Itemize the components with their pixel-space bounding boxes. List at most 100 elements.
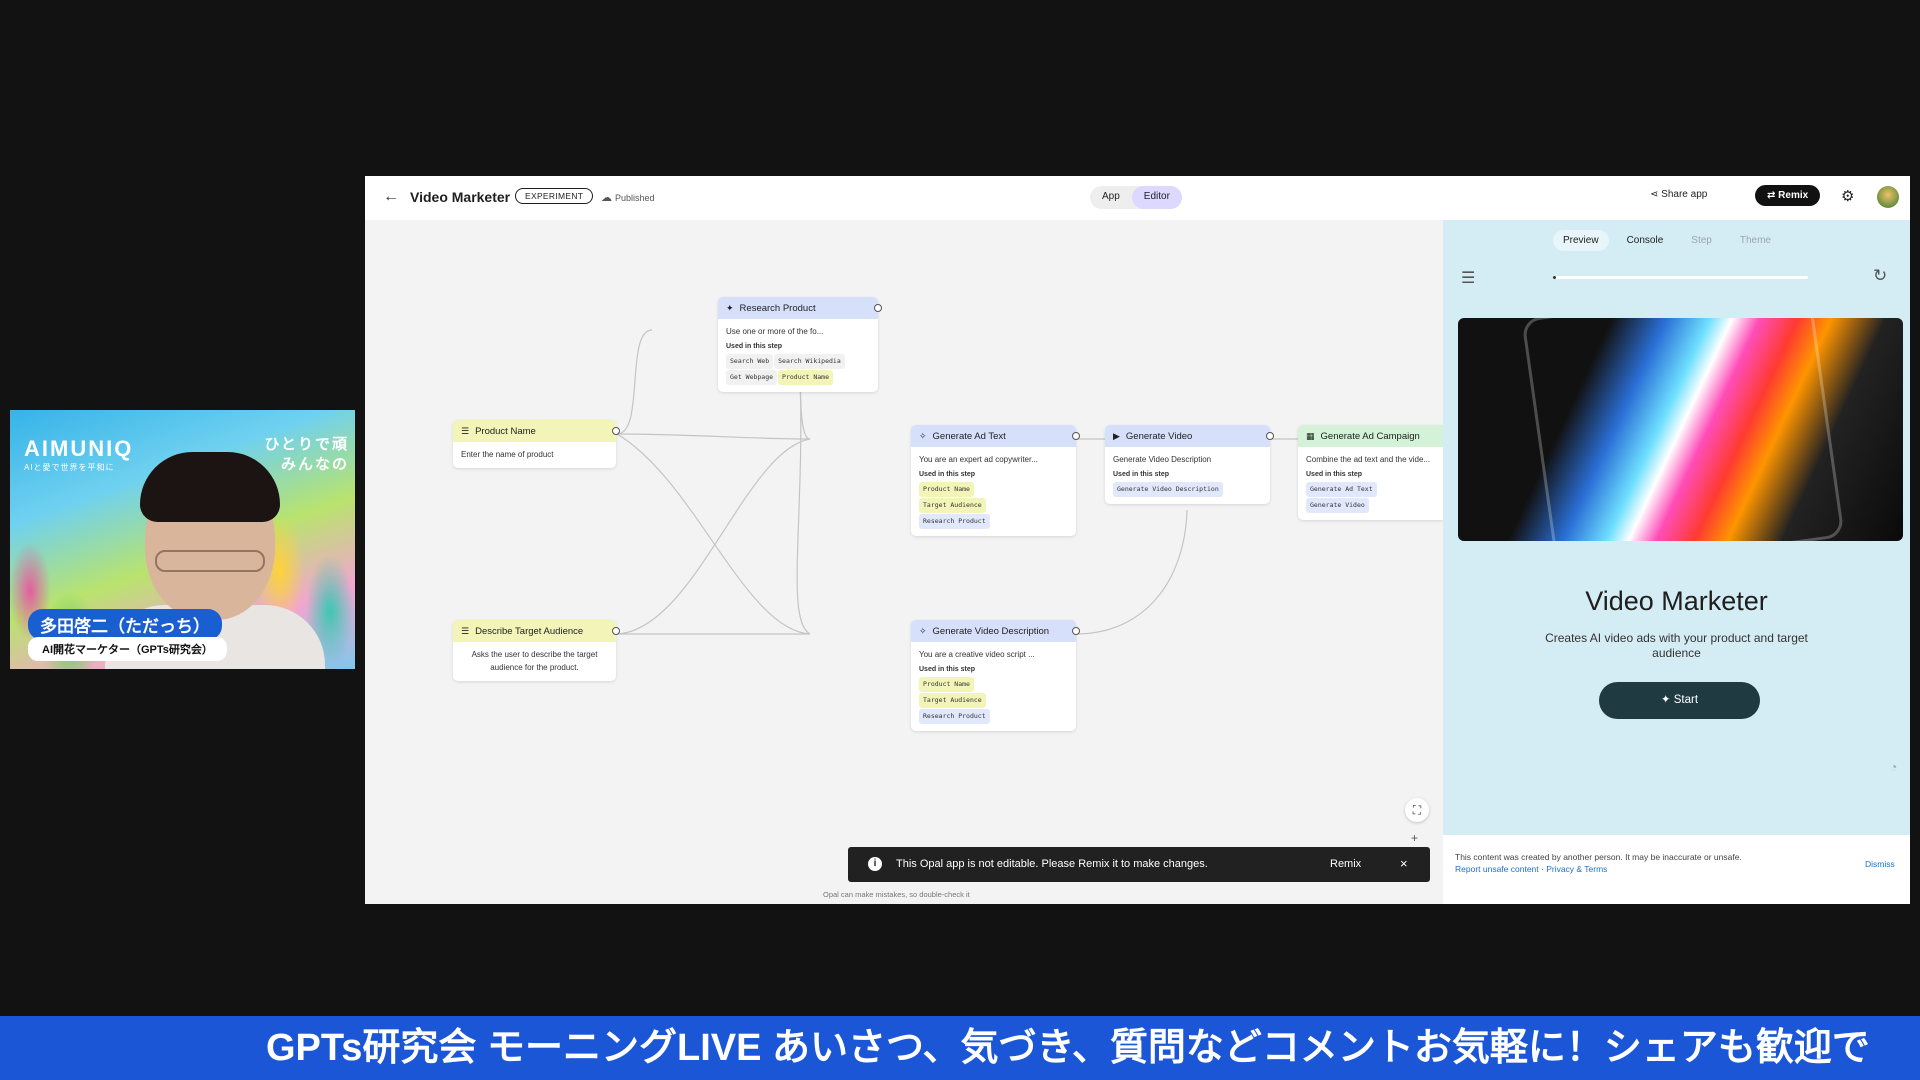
screen: AIMUNIQ AIと愛で世界を平和に ひとりで頑 みんなの 多田啓二（ただっち… bbox=[0, 0, 1920, 1080]
node-header: ✧ Generate Video Description bbox=[911, 620, 1076, 642]
node-used-label: Used in this step bbox=[726, 343, 783, 350]
output-port[interactable] bbox=[612, 627, 620, 635]
plus-icon[interactable]: + bbox=[1411, 831, 1418, 845]
video-icon: ▶ bbox=[1113, 430, 1120, 441]
share-icon: ⋖ bbox=[1650, 189, 1662, 200]
tab-preview[interactable]: Preview bbox=[1553, 230, 1609, 251]
fit-view-icon[interactable]: ⛶ bbox=[1405, 798, 1429, 822]
presenter-glasses bbox=[155, 550, 265, 572]
share-app-button[interactable]: ⋖ Share app bbox=[1650, 189, 1707, 200]
toast-remix-button[interactable]: Remix bbox=[1330, 858, 1361, 870]
output-port[interactable] bbox=[1072, 627, 1080, 635]
chip-generate-video-description: Generate Video Description bbox=[1113, 482, 1223, 497]
sparkle-icon: ✦ bbox=[1660, 694, 1674, 706]
chip-get-webpage: Get Webpage bbox=[726, 370, 778, 385]
mode-editor-button[interactable]: Editor bbox=[1131, 186, 1182, 209]
cursor-icon[interactable]: ◔ bbox=[1890, 760, 1897, 774]
top-bar: ← Video Marketer EXPERIMENT ☁ Published A… bbox=[365, 176, 1910, 220]
node-used-label: Used in this step bbox=[919, 471, 976, 478]
sparkle-icon: ✧ bbox=[919, 625, 927, 636]
node-research-product[interactable]: ✦ Research Product Use one or more of the… bbox=[718, 297, 882, 392]
remix-label: Remix bbox=[1778, 190, 1809, 201]
app-title: Video Marketer bbox=[410, 189, 511, 205]
node-desc: You are a creative video script ... bbox=[919, 650, 1035, 659]
sparkle-icon: ✦ bbox=[726, 302, 734, 313]
chip-search-web: Search Web bbox=[726, 354, 774, 369]
node-generate-video[interactable]: ▶ Generate Video Generate Video Descripti… bbox=[1105, 425, 1274, 504]
node-body: Combine the ad text and the vide... Used… bbox=[1298, 447, 1443, 520]
edge-product-videodesc bbox=[616, 433, 811, 635]
footer-warning: This content was created by another pers… bbox=[1455, 852, 1742, 862]
node-body: You are a creative video script ... Used… bbox=[911, 642, 1076, 731]
start-label: Start bbox=[1673, 694, 1699, 706]
chip-product-name: Product Name bbox=[919, 482, 974, 497]
node-body: You are an expert ad copywriter... Used … bbox=[911, 447, 1076, 536]
output-port[interactable] bbox=[612, 427, 620, 435]
node-header: ✧ Generate Ad Text bbox=[911, 425, 1076, 447]
webcam-feed: AIMUNIQ AIと愛で世界を平和に ひとりで頑 みんなの 多田啓二（ただっち… bbox=[10, 410, 355, 669]
node-body: Generate Video Description Used in this … bbox=[1105, 447, 1270, 504]
mode-app-button[interactable]: App bbox=[1090, 186, 1132, 209]
chip-target-audience: Target Audience bbox=[919, 693, 986, 708]
reload-icon[interactable]: ↻ bbox=[1873, 266, 1887, 286]
webcam-tagline-line2: みんなの bbox=[280, 456, 349, 473]
output-port[interactable] bbox=[1266, 432, 1274, 440]
list-icon: ☰ bbox=[461, 625, 470, 636]
output-port[interactable] bbox=[1072, 432, 1080, 440]
node-product-name[interactable]: ☰ Product Name Enter the name of product bbox=[453, 420, 620, 468]
webcam-tagline: ひとりで頑 みんなの bbox=[264, 435, 349, 475]
share-app-label: Share app bbox=[1661, 189, 1708, 200]
remix-button[interactable]: ⇄ Remix bbox=[1755, 185, 1821, 206]
node-desc: You are an expert ad copywriter... bbox=[919, 455, 1038, 464]
webcam-brand: AIMUNIQ bbox=[24, 436, 134, 461]
hero-glass-shape bbox=[1521, 318, 1845, 541]
node-generate-ad-campaign[interactable]: ▦ Generate Ad Campaign Combine the ad tex… bbox=[1298, 425, 1443, 520]
run-progress-bar bbox=[1553, 276, 1808, 279]
not-editable-toast: i This Opal app is not editable. Please … bbox=[848, 847, 1430, 882]
opal-app-window: ← Video Marketer EXPERIMENT ☁ Published A… bbox=[365, 176, 1910, 904]
tab-theme[interactable]: Theme bbox=[1730, 230, 1781, 251]
editor-canvas[interactable]: ✦ Research Product Use one or more of the… bbox=[365, 220, 1443, 904]
back-arrow-icon[interactable]: ← bbox=[383, 188, 399, 206]
start-button[interactable]: ✦ Start bbox=[1599, 682, 1760, 719]
node-title: Describe Target Audience bbox=[475, 625, 584, 637]
node-header: ☰ Describe Target Audience bbox=[453, 620, 616, 642]
info-icon: i bbox=[868, 857, 882, 871]
close-icon[interactable]: × bbox=[1400, 856, 1408, 871]
node-header: ✦ Research Product bbox=[718, 297, 878, 319]
node-generate-video-description[interactable]: ✧ Generate Video Description You are a cr… bbox=[911, 620, 1080, 731]
node-desc: Combine the ad text and the vide... bbox=[1306, 455, 1431, 464]
chip-research-product: Research Product bbox=[919, 709, 990, 724]
node-body: Enter the name of product bbox=[453, 442, 616, 468]
node-desc-line2: audience for the product. bbox=[490, 663, 579, 672]
node-title: Research Product bbox=[739, 302, 816, 314]
gear-icon[interactable]: ⚙ bbox=[1841, 187, 1854, 205]
toast-message: This Opal app is not editable. Please Re… bbox=[896, 858, 1208, 870]
node-generate-ad-text[interactable]: ✧ Generate Ad Text You are an expert ad c… bbox=[911, 425, 1080, 536]
chip-research-product: Research Product bbox=[919, 514, 990, 529]
hamburger-icon[interactable]: ☰ bbox=[1461, 268, 1475, 288]
mode-toggle: App Editor bbox=[1090, 186, 1182, 209]
chip-product-name: Product Name bbox=[778, 370, 834, 385]
output-port[interactable] bbox=[874, 304, 882, 312]
node-used-label: Used in this step bbox=[1113, 471, 1170, 478]
node-title: Generate Video Description bbox=[932, 625, 1050, 637]
tab-step[interactable]: Step bbox=[1681, 230, 1722, 251]
disclaimer-text: Opal can make mistakes, so double-check … bbox=[823, 890, 970, 899]
edge-audience-adtext bbox=[616, 438, 811, 635]
node-describe-target-audience[interactable]: ☰ Describe Target Audience Asks the user … bbox=[453, 620, 620, 681]
preview-description: Creates AI video ads with your product a… bbox=[1545, 631, 1808, 660]
footer-links[interactable]: Report unsafe content · Privacy & Terms bbox=[1455, 864, 1607, 874]
preview-panel: Preview Console Step Theme ☰ ↻ Video Mar… bbox=[1443, 220, 1910, 904]
edge-product-adtext bbox=[616, 433, 811, 440]
node-desc: Use one or more of the fo... bbox=[726, 327, 824, 336]
chip-search-wikipedia: Search Wikipedia bbox=[774, 354, 845, 369]
tab-console[interactable]: Console bbox=[1617, 230, 1674, 251]
table-icon: ▦ bbox=[1306, 430, 1315, 441]
user-avatar[interactable] bbox=[1877, 186, 1899, 208]
chip-target-audience: Target Audience bbox=[919, 498, 986, 513]
node-header: ☰ Product Name bbox=[453, 420, 616, 442]
node-connections bbox=[616, 329, 1305, 635]
dismiss-button[interactable]: Dismiss bbox=[1865, 859, 1895, 869]
chip-generate-video: Generate Video bbox=[1306, 498, 1369, 513]
